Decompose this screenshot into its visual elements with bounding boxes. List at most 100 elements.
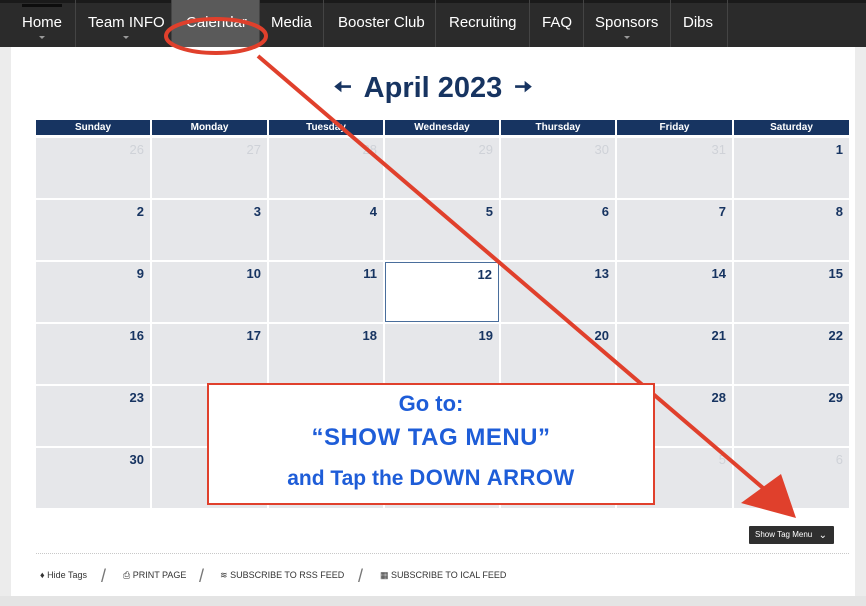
nav-item-label: Media: [271, 14, 312, 31]
nav-item-faq[interactable]: FAQ: [542, 14, 572, 31]
day-number: 27: [246, 142, 261, 157]
show-tag-menu-label: Show Tag Menu: [755, 530, 813, 539]
calendar-day[interactable]: 21: [617, 324, 732, 384]
weekday-header: Saturday: [734, 120, 849, 135]
day-number: 11: [363, 266, 377, 281]
nav-item-team-info[interactable]: Team INFO: [88, 14, 165, 39]
calendar-day[interactable]: 30: [501, 138, 615, 198]
weekday-header: Monday: [152, 120, 267, 135]
calendar-day[interactable]: 28: [269, 138, 383, 198]
callout-line-2: “SHOW TAG MENU”: [311, 424, 551, 451]
print-icon: ⎙: [123, 570, 131, 580]
calendar-day[interactable]: 6: [501, 200, 615, 260]
nav-item-sponsors[interactable]: Sponsors: [595, 14, 658, 39]
rss-feed-link[interactable]: ≋ SUBSCRIBE TO RSS FEED: [220, 570, 344, 581]
nav-item-dibs[interactable]: Dibs: [683, 14, 713, 31]
calendar-day[interactable]: 20: [501, 324, 615, 384]
weekday-header: Sunday: [36, 120, 150, 135]
day-number: 6: [601, 204, 609, 219]
day-number: 30: [594, 142, 609, 157]
bottom-strip: [0, 596, 866, 606]
weekday-header-row: Sunday Monday Tuesday Wednesday Thursday…: [36, 120, 849, 135]
calendar-day[interactable]: 16: [36, 324, 150, 384]
callout-line-1: Go to:: [398, 391, 464, 416]
calendar-day[interactable]: 7: [617, 200, 732, 260]
day-number: 3: [253, 204, 261, 219]
nav-top-marker: [22, 4, 62, 7]
calendar-day[interactable]: 29: [385, 138, 499, 198]
calendar-day[interactable]: 18: [269, 324, 383, 384]
calendar-day[interactable]: 15: [734, 262, 849, 322]
calendar-day[interactable]: 9: [36, 262, 150, 322]
day-number: 20: [594, 328, 609, 343]
print-page-label: PRINT PAGE: [132, 570, 187, 580]
nav-item-label: Recruiting: [449, 14, 517, 31]
day-number: 5: [718, 452, 726, 467]
calendar-day[interactable]: 31: [617, 138, 732, 198]
day-number: 28: [711, 390, 726, 405]
calendar-day-today[interactable]: 12: [385, 262, 499, 322]
day-number: 26: [129, 142, 144, 157]
calendar-day[interactable]: 27: [152, 138, 267, 198]
calendar-day[interactable]: 6: [734, 448, 849, 508]
dropdown-caret-icon: [123, 36, 130, 39]
calendar-day[interactable]: 22: [734, 324, 849, 384]
day-number: 1: [835, 142, 843, 157]
nav-item-booster-club[interactable]: Booster Club: [338, 14, 425, 31]
day-number: 29: [828, 390, 843, 405]
day-number: 4: [369, 204, 377, 219]
separator-slash: /: [358, 566, 364, 586]
calendar-day[interactable]: 26: [36, 138, 150, 198]
calendar-day[interactable]: 10: [152, 262, 267, 322]
nav-item-label: Dibs: [683, 14, 714, 31]
nav-item-label: Calendar: [186, 14, 247, 31]
calendar-day[interactable]: 17: [152, 324, 267, 384]
nav-item-home[interactable]: Home: [22, 14, 62, 39]
calendar-day[interactable]: 14: [617, 262, 732, 322]
nav-item-calendar[interactable]: Calendar: [186, 14, 247, 31]
day-number: 17: [246, 328, 261, 343]
dropdown-caret-icon: [623, 36, 630, 39]
hide-tags-label: Hide Tags: [47, 570, 87, 580]
day-number: 28: [362, 142, 377, 157]
nav-separator: [259, 0, 260, 47]
nav-item-label: Team INFO: [88, 14, 165, 31]
day-number: 8: [835, 204, 843, 219]
chevron-down-icon[interactable]: ⌄: [819, 527, 827, 545]
nav-separator: [171, 0, 172, 47]
calendar-day[interactable]: 29: [734, 386, 849, 446]
callout-line-3: and Tap the DOWN ARROW: [209, 465, 653, 491]
day-number: 22: [828, 328, 843, 343]
print-page-link[interactable]: ⎙ PRINT PAGE: [123, 570, 186, 581]
separator-slash: /: [199, 566, 205, 586]
rss-feed-label: SUBSCRIBE TO RSS FEED: [230, 570, 345, 580]
calendar-day[interactable]: 30: [36, 448, 150, 508]
arrow-left-icon[interactable]: 🠄: [334, 74, 352, 99]
callout-line-3-prefix: and Tap the: [287, 467, 410, 490]
nav-item-recruiting[interactable]: Recruiting: [449, 14, 517, 31]
calendar-day[interactable]: 2: [36, 200, 150, 260]
arrow-right-icon[interactable]: 🠆: [514, 74, 532, 99]
nav-separator: [529, 0, 530, 47]
day-number: 7: [718, 204, 726, 219]
calendar-day[interactable]: 3: [152, 200, 267, 260]
nav-item-label: Booster Club: [338, 14, 425, 31]
calendar-day[interactable]: 13: [501, 262, 615, 322]
day-number: 29: [478, 142, 493, 157]
ical-feed-link[interactable]: ▦ SUBSCRIBE TO ICAL FEED: [380, 570, 506, 581]
calendar-day[interactable]: 4: [269, 200, 383, 260]
month-header: 🠄 April 2023 🠆: [0, 70, 866, 108]
nav-item-media[interactable]: Media: [271, 14, 312, 31]
calendar-day[interactable]: 5: [385, 200, 499, 260]
show-tag-menu-button[interactable]: Show Tag Menu ⌄: [749, 526, 834, 544]
nav-separator: [435, 0, 436, 47]
calendar-day[interactable]: 11: [269, 262, 383, 322]
nav-separator: [670, 0, 671, 47]
weekday-header: Friday: [617, 120, 732, 135]
calendar-day[interactable]: 1: [734, 138, 849, 198]
calendar-day[interactable]: 19: [385, 324, 499, 384]
hide-tags-link[interactable]: ♦ Hide Tags: [40, 570, 87, 580]
calendar-day[interactable]: 23: [36, 386, 150, 446]
nav-item-label: FAQ: [542, 14, 573, 31]
calendar-day[interactable]: 8: [734, 200, 849, 260]
